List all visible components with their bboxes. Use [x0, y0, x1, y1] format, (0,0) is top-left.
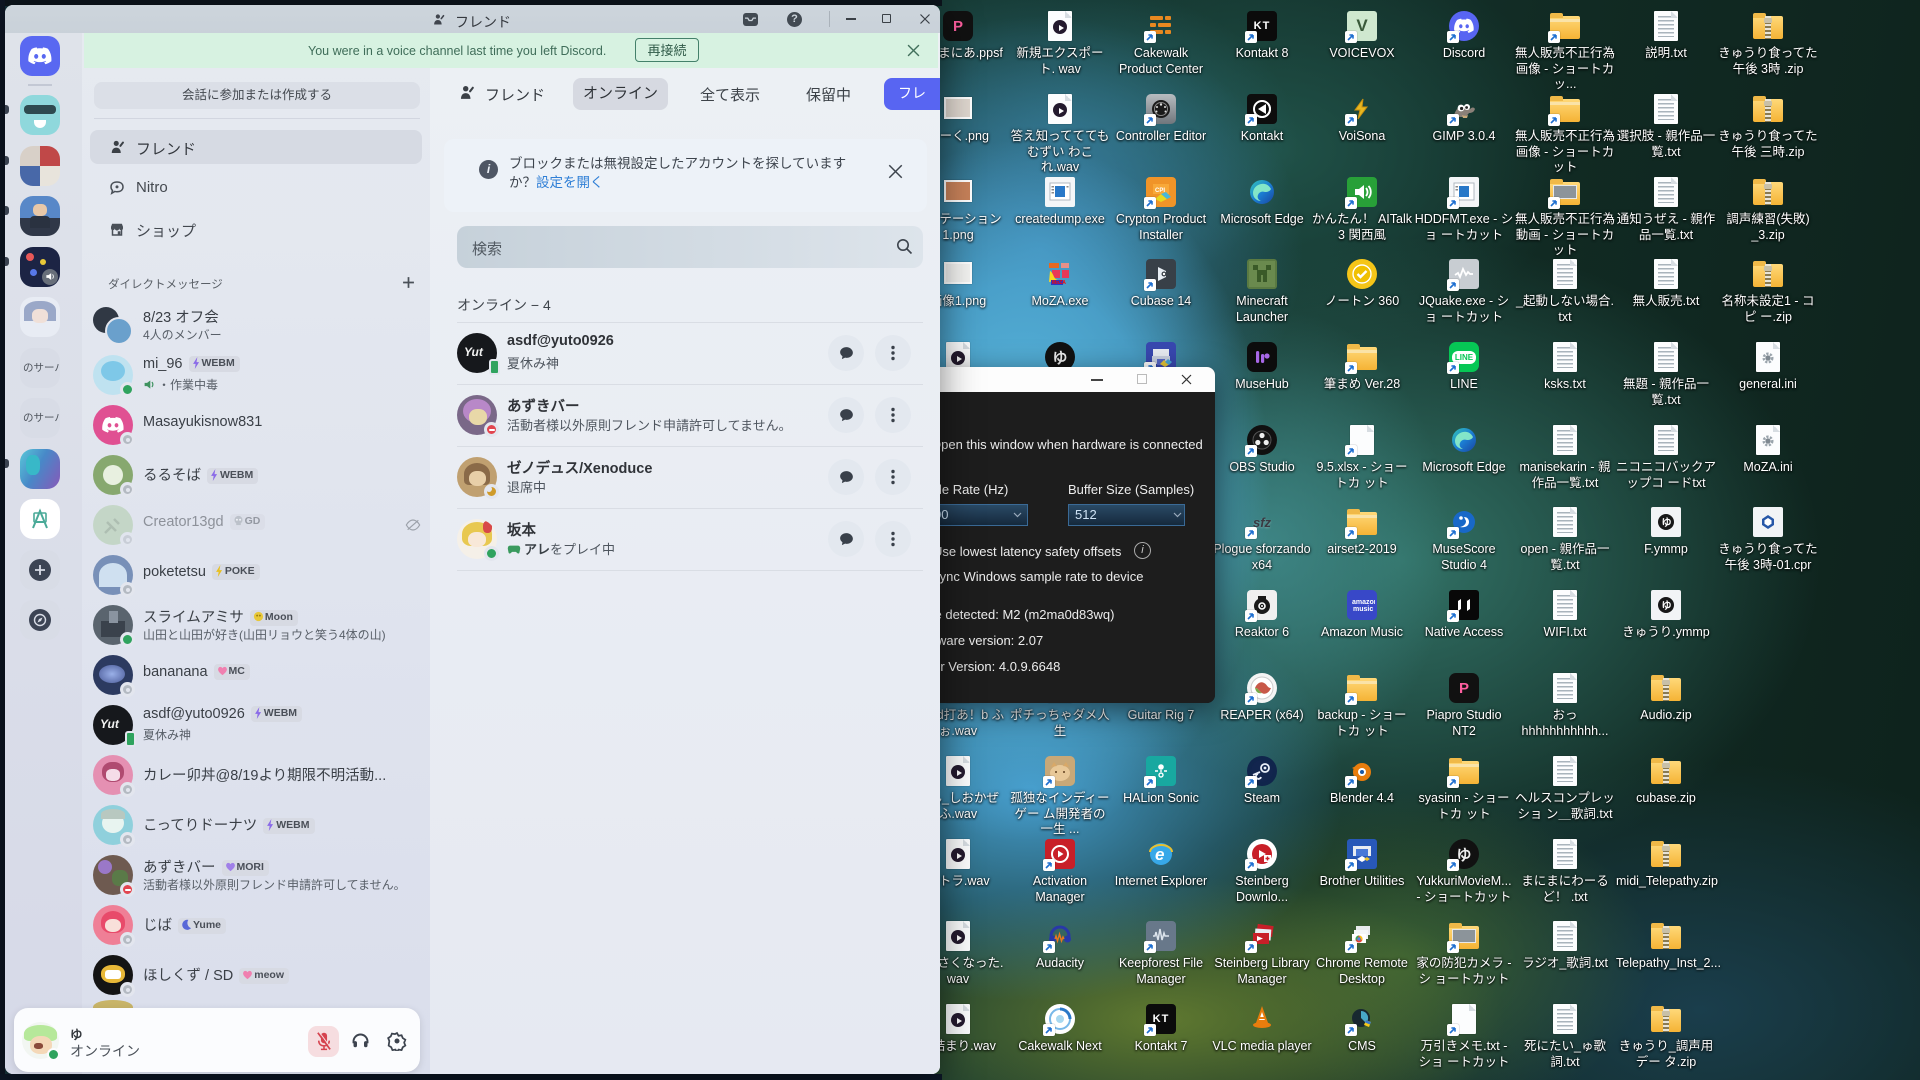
svg-text:amazon: amazon — [1352, 599, 1375, 606]
svg-text:music: music — [1353, 606, 1373, 613]
svg-text:MoZA: MoZA — [1052, 280, 1066, 286]
svg-text:e: e — [1155, 845, 1164, 864]
svg-text:ゆ: ゆ — [1662, 517, 1672, 529]
svg-text:ゆ: ゆ — [1662, 600, 1672, 612]
